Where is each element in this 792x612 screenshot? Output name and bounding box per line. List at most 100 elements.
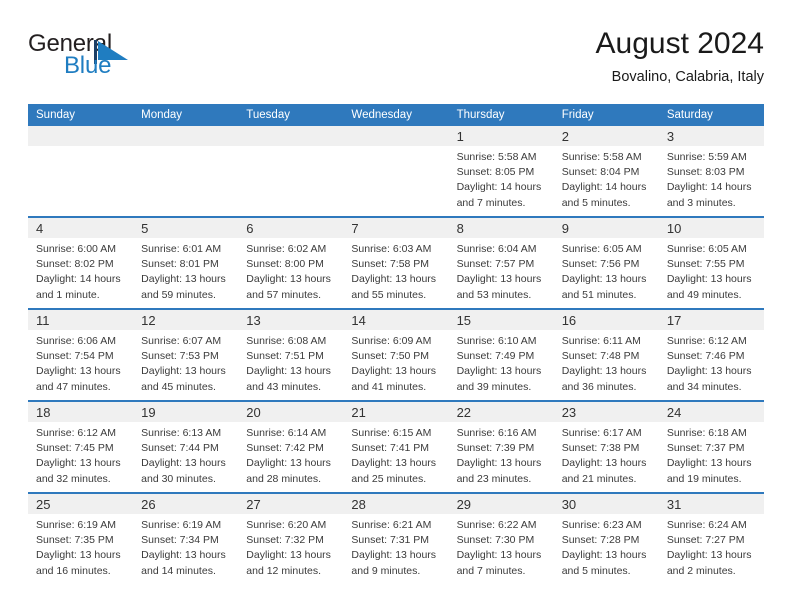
day-detail-line: Sunset: 7:53 PM (141, 350, 219, 363)
day-detail-line: and 7 minutes. (456, 564, 526, 577)
day-detail-line: and 5 minutes. (561, 564, 631, 577)
day-detail-line: Sunset: 7:37 PM (666, 442, 745, 455)
day-number-7[interactable]: 7 (343, 216, 449, 238)
day-cell-11[interactable]: Sunrise: 6:06 AM Sunset: 7:54 PM Daylight:… (28, 330, 134, 401)
day-detail-line: Daylight: 13 hours (351, 273, 437, 286)
day-number-10[interactable]: 10 (658, 216, 764, 238)
week-date-row: 18 19 20 21 22 23 24 (28, 400, 764, 422)
day-detail-line: Sunset: 7:35 PM (36, 534, 114, 547)
day-number-5[interactable]: 5 (133, 216, 239, 238)
day-cell-30[interactable]: Sunrise: 6:23 AM Sunset: 7:28 PM Daylight:… (553, 514, 659, 585)
day-detail-line: Daylight: 13 hours (666, 365, 752, 378)
day-cell-8[interactable]: Sunrise: 6:04 AM Sunset: 7:57 PM Daylight:… (448, 238, 554, 309)
day-cell-12[interactable]: Sunrise: 6:07 AM Sunset: 7:53 PM Daylight:… (133, 330, 239, 401)
day-detail-line: Sunrise: 6:01 AM (141, 243, 222, 255)
day-detail-line: Sunrise: 6:14 AM (246, 427, 327, 439)
page-title: August 2024 (595, 27, 764, 60)
day-detail-line: Sunrise: 5:58 AM (561, 151, 642, 163)
day-cell-28[interactable]: Sunrise: 6:21 AM Sunset: 7:31 PM Daylight:… (343, 514, 449, 585)
day-number-11[interactable]: 11 (28, 308, 134, 330)
day-cell-5[interactable]: Sunrise: 6:01 AM Sunset: 8:01 PM Daylight:… (133, 238, 239, 309)
day-number-2[interactable]: 2 (553, 126, 659, 146)
day-number-19[interactable]: 19 (133, 400, 239, 422)
day-detail-line: and 30 minutes. (141, 472, 216, 485)
day-number-12[interactable]: 12 (133, 308, 239, 330)
day-number-4[interactable]: 4 (28, 216, 134, 238)
day-cell-16[interactable]: Sunrise: 6:11 AM Sunset: 7:48 PM Daylight:… (553, 330, 659, 401)
day-cell-18[interactable]: Sunrise: 6:12 AM Sunset: 7:45 PM Daylight:… (28, 422, 134, 493)
day-detail-line: and 41 minutes. (351, 380, 427, 393)
day-cell-22[interactable]: Sunrise: 6:16 AM Sunset: 7:39 PM Daylight:… (448, 422, 554, 493)
day-cell-17[interactable]: Sunrise: 6:12 AM Sunset: 7:46 PM Daylight:… (658, 330, 764, 401)
day-cell-3[interactable]: Sunrise: 5:59 AM Sunset: 8:03 PM Daylight:… (658, 146, 764, 217)
day-cell-29[interactable]: Sunrise: 6:22 AM Sunset: 7:30 PM Daylight:… (448, 514, 554, 585)
brand-logo[interactable]: General Blue (28, 30, 208, 90)
day-number-9[interactable]: 9 (553, 216, 659, 238)
day-number-26[interactable]: 26 (133, 492, 239, 514)
day-number-1[interactable]: 1 (448, 126, 554, 146)
day-number-22[interactable]: 22 (448, 400, 554, 422)
day-detail-line: Sunset: 7:28 PM (561, 534, 640, 547)
day-cell-26[interactable]: Sunrise: 6:19 AM Sunset: 7:34 PM Daylight:… (133, 514, 239, 585)
day-number-29[interactable]: 29 (448, 492, 554, 514)
day-number-28[interactable]: 28 (343, 492, 449, 514)
day-number-21[interactable]: 21 (343, 400, 449, 422)
day-cell-19[interactable]: Sunrise: 6:13 AM Sunset: 7:44 PM Daylight:… (133, 422, 239, 493)
day-number-8[interactable]: 8 (448, 216, 554, 238)
day-detail-line: Sunset: 7:32 PM (246, 534, 324, 547)
day-detail-line: Sunset: 7:51 PM (246, 350, 324, 363)
day-cell-15[interactable]: Sunrise: 6:10 AM Sunset: 7:49 PM Daylight:… (448, 330, 554, 401)
day-cell-1[interactable]: Sunrise: 5:58 AM Sunset: 8:05 PM Daylight:… (448, 146, 554, 217)
day-cell-6[interactable]: Sunrise: 6:02 AM Sunset: 8:00 PM Daylight:… (238, 238, 344, 309)
day-detail-line: Sunset: 7:38 PM (561, 442, 640, 455)
day-cell-27[interactable]: Sunrise: 6:20 AM Sunset: 7:32 PM Daylight:… (238, 514, 344, 585)
day-cell-21[interactable]: Sunrise: 6:15 AM Sunset: 7:41 PM Daylight:… (343, 422, 449, 493)
day-cell-10[interactable]: Sunrise: 6:05 AM Sunset: 7:55 PM Daylight:… (658, 238, 764, 309)
day-number-15[interactable]: 15 (448, 308, 554, 330)
day-cell-25[interactable]: Sunrise: 6:19 AM Sunset: 7:35 PM Daylight:… (28, 514, 134, 585)
day-cell-14[interactable]: Sunrise: 6:09 AM Sunset: 7:50 PM Daylight:… (343, 330, 449, 401)
day-detail-line: and 59 minutes. (141, 288, 216, 301)
day-detail-line: Sunset: 8:01 PM (141, 258, 219, 271)
day-number-27[interactable]: 27 (238, 492, 344, 514)
day-number-18[interactable]: 18 (28, 400, 134, 422)
day-number-20[interactable]: 20 (238, 400, 344, 422)
weekday-header-wednesday: Wednesday (343, 104, 449, 126)
day-detail-line: and 9 minutes. (351, 564, 421, 577)
day-number-6[interactable]: 6 (238, 216, 344, 238)
day-number-25[interactable]: 25 (28, 492, 134, 514)
day-number-23[interactable]: 23 (553, 400, 659, 422)
day-number-30[interactable]: 30 (553, 492, 659, 514)
day-cell-9[interactable]: Sunrise: 6:05 AM Sunset: 7:56 PM Daylight:… (553, 238, 659, 309)
day-number-13[interactable]: 13 (238, 308, 344, 330)
day-cell-2[interactable]: Sunrise: 5:58 AM Sunset: 8:04 PM Daylight:… (553, 146, 659, 217)
day-cell-31[interactable]: Sunrise: 6:24 AM Sunset: 7:27 PM Daylight:… (658, 514, 764, 585)
day-cell-13[interactable]: Sunrise: 6:08 AM Sunset: 7:51 PM Daylight:… (238, 330, 344, 401)
day-detail-line: and 51 minutes. (561, 288, 637, 301)
week-info-row: Sunrise: 6:00 AM Sunset: 8:02 PM Daylight:… (28, 238, 764, 309)
day-number-3[interactable]: 3 (658, 126, 764, 146)
day-detail-line: and 43 minutes. (246, 380, 321, 393)
day-detail-line: and 5 minutes. (561, 196, 631, 209)
day-number-24[interactable]: 24 (658, 400, 764, 422)
day-detail-line: and 3 minutes. (666, 196, 736, 209)
day-cell-7[interactable]: Sunrise: 6:03 AM Sunset: 7:58 PM Daylight:… (343, 238, 449, 309)
day-detail-line: Daylight: 13 hours (246, 549, 331, 562)
day-number-17[interactable]: 17 (658, 308, 764, 330)
day-detail-line: Sunrise: 6:12 AM (666, 335, 747, 347)
day-cell-empty (133, 146, 239, 217)
day-detail-line: and 32 minutes. (36, 472, 111, 485)
day-detail-line: and 28 minutes. (246, 472, 321, 485)
day-cell-4[interactable]: Sunrise: 6:00 AM Sunset: 8:02 PM Daylight:… (28, 238, 134, 309)
day-number-14[interactable]: 14 (343, 308, 449, 330)
day-number-16[interactable]: 16 (553, 308, 659, 330)
day-cell-20[interactable]: Sunrise: 6:14 AM Sunset: 7:42 PM Daylight:… (238, 422, 344, 493)
day-detail-line: Daylight: 13 hours (36, 549, 121, 562)
day-detail-line: Daylight: 13 hours (246, 457, 331, 470)
day-number-31[interactable]: 31 (658, 492, 764, 514)
day-detail-line: Daylight: 13 hours (351, 457, 437, 470)
day-cell-23[interactable]: Sunrise: 6:17 AM Sunset: 7:38 PM Daylight:… (553, 422, 659, 493)
weekday-header-thursday: Thursday (448, 104, 554, 126)
day-cell-24[interactable]: Sunrise: 6:18 AM Sunset: 7:37 PM Daylight:… (658, 422, 764, 493)
week-info-row: Sunrise: 6:12 AM Sunset: 7:45 PM Daylight:… (28, 422, 764, 493)
